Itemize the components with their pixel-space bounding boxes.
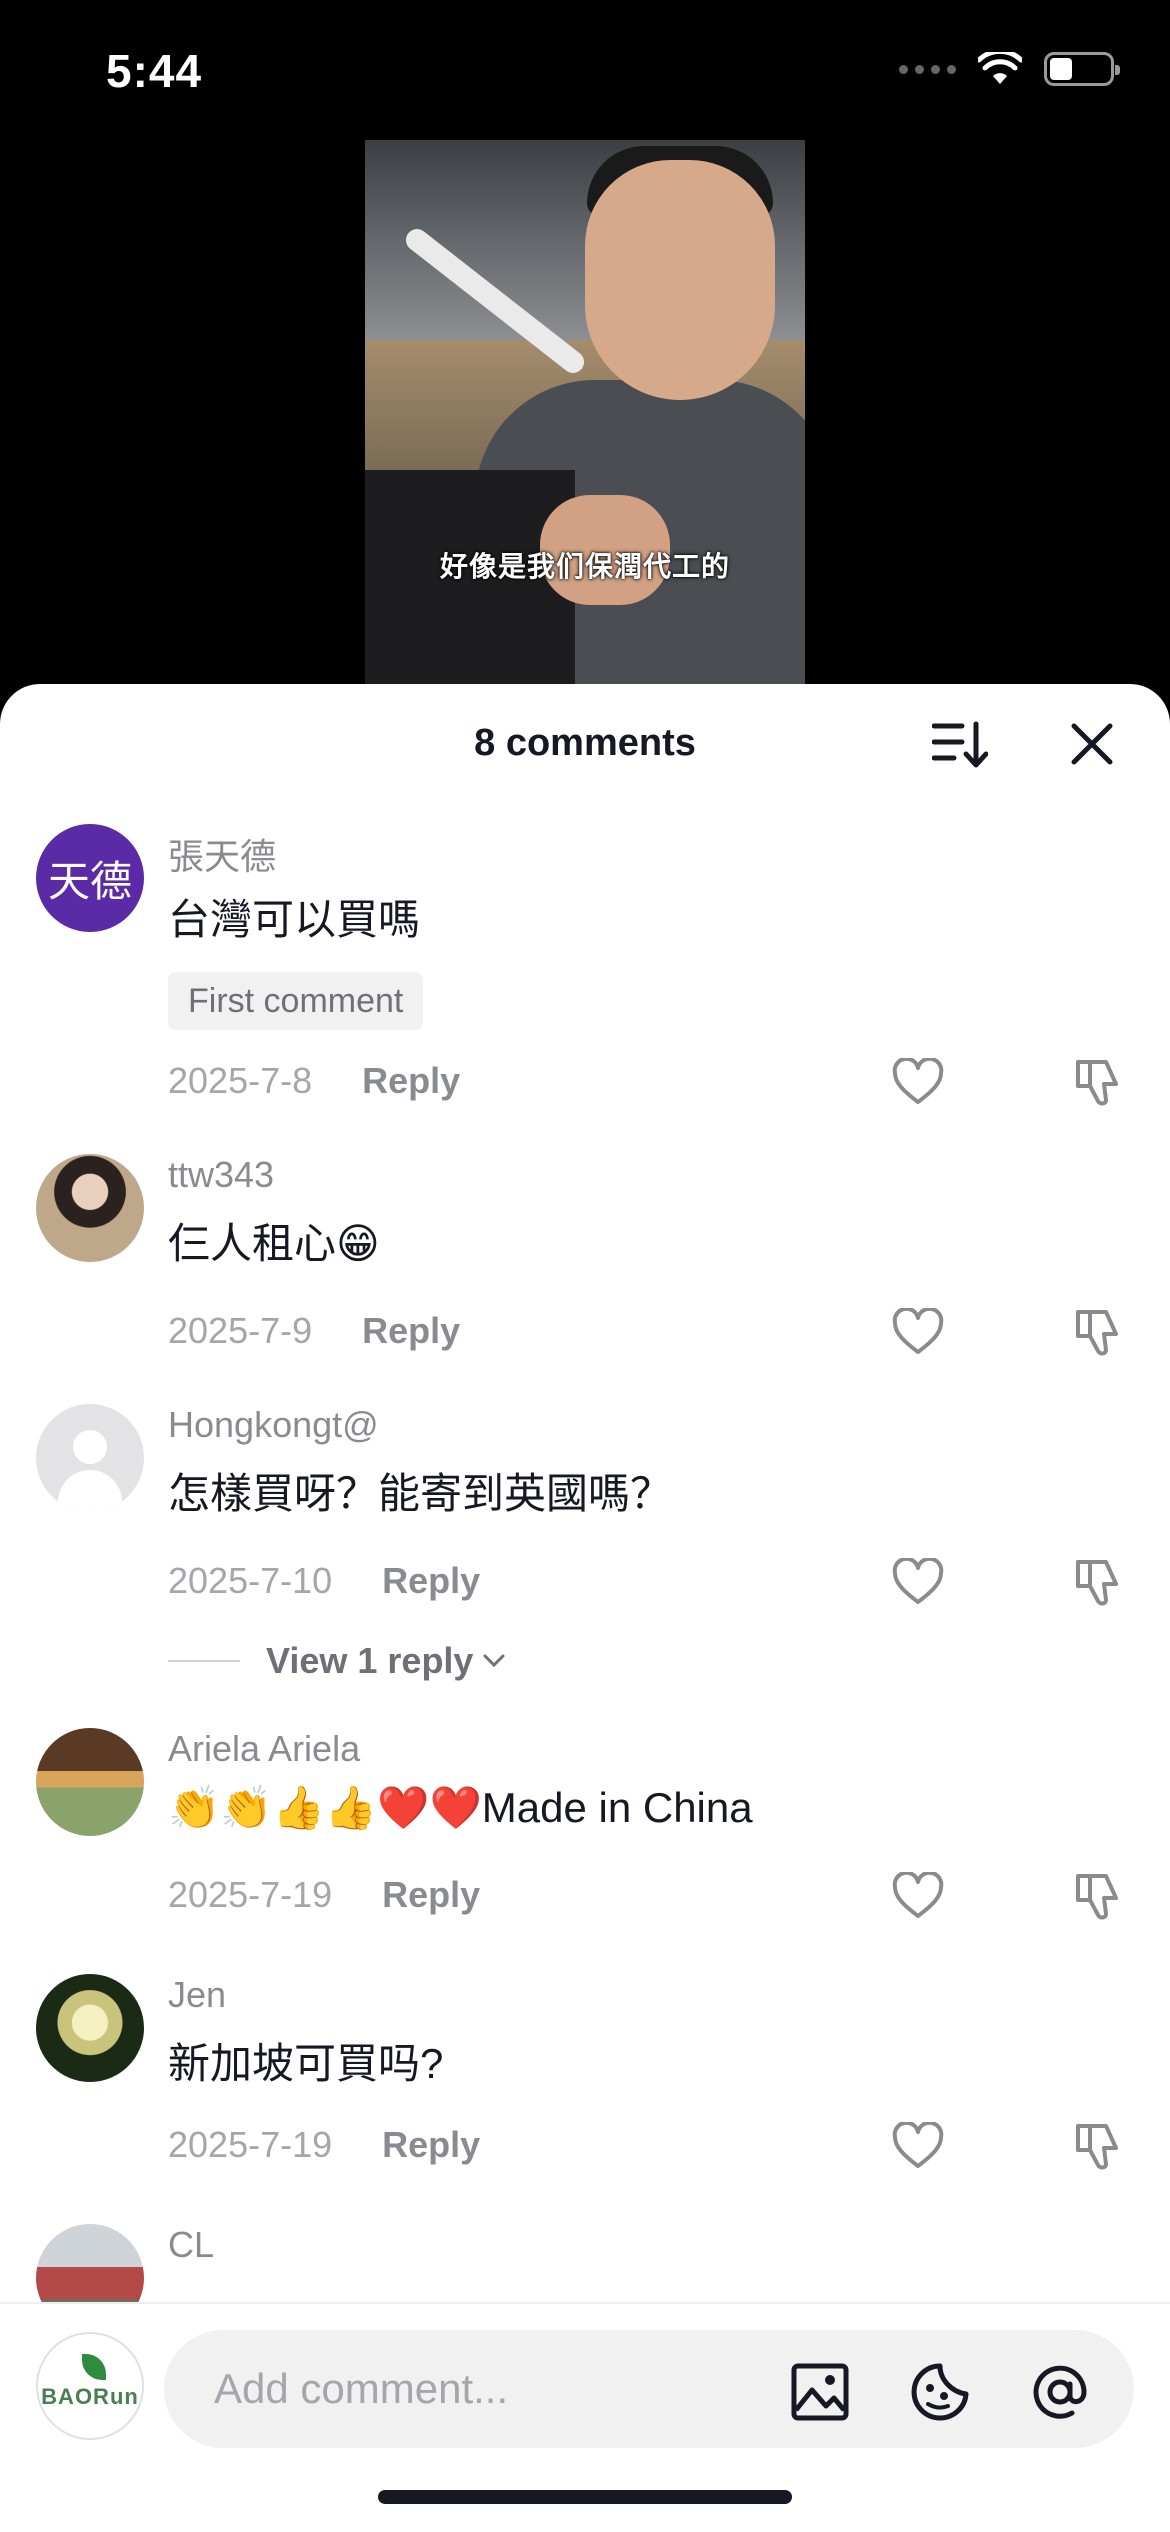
image-icon[interactable]: [790, 2362, 850, 2422]
comments-list: 天德 張天德 台灣可以買嗎 First comment 2025-7-8 Rep…: [0, 804, 1170, 2304]
thumbs-down-icon[interactable]: [1072, 1306, 1124, 1358]
view-replies-button[interactable]: View 1 reply: [168, 1640, 505, 1682]
at-icon[interactable]: [1030, 2362, 1090, 2422]
comment-item: Ariela Ariela 👏👏👍👍❤️❤️Made in China 2025…: [0, 1708, 1170, 1958]
divider-line: [168, 1660, 240, 1662]
status-bar: 5:44: [0, 0, 1170, 140]
comment-date: 2025-7-19: [168, 1874, 333, 1915]
logo-leaf: [82, 2354, 106, 2380]
comment-username[interactable]: 張天德: [168, 828, 276, 880]
wifi-icon: [978, 52, 1022, 84]
comment-text: 仨人租心😁: [168, 1220, 380, 1267]
avatar[interactable]: [36, 1154, 144, 1262]
reply-button[interactable]: Reply: [362, 1060, 460, 1102]
close-icon[interactable]: [1068, 720, 1116, 768]
sticker-icon[interactable]: [910, 2362, 970, 2422]
status-icons: [899, 52, 1120, 86]
first-comment-badge: First comment: [168, 972, 424, 1030]
comment-meta: 2025-7-19 Reply: [168, 2124, 480, 2166]
self-avatar[interactable]: BAORun: [36, 2332, 144, 2440]
heart-icon[interactable]: [892, 1058, 944, 1106]
comment-username[interactable]: ttw343: [168, 1154, 274, 1196]
comment-meta: 2025-7-8 Reply: [168, 1060, 460, 1102]
sort-icon[interactable]: [932, 720, 988, 770]
self-avatar-logo: BAORun: [41, 2384, 139, 2409]
comment-username[interactable]: Hongkongt@: [168, 1404, 379, 1446]
comment-date: 2025-7-9: [168, 1310, 313, 1351]
comment-meta: 2025-7-10 Reply: [168, 1560, 480, 1602]
comment-username[interactable]: Jen: [168, 1974, 226, 2016]
thumbs-down-icon[interactable]: [1072, 1056, 1124, 1108]
comment-date: 2025-7-8: [168, 1060, 313, 1101]
avatar[interactable]: [36, 1728, 144, 1836]
reply-button[interactable]: Reply: [382, 1560, 480, 1602]
sheet-header: 8 comments: [0, 684, 1170, 804]
heart-icon[interactable]: [892, 2122, 944, 2170]
reply-button[interactable]: Reply: [382, 2124, 480, 2166]
reply-button[interactable]: Reply: [382, 1874, 480, 1916]
thumbs-down-icon[interactable]: [1072, 2120, 1124, 2172]
comment-date: 2025-7-19: [168, 2124, 333, 2165]
comment-text: 台灣可以買嗎: [168, 896, 421, 943]
heart-icon[interactable]: [892, 1558, 944, 1606]
avatar[interactable]: 天德: [36, 824, 144, 932]
comment-item: 天德 張天德 台灣可以買嗎 First comment 2025-7-8 Rep…: [0, 804, 1170, 1124]
comment-text: 👏👏👍👍❤️❤️Made in China: [168, 1784, 753, 1831]
comment-item: ttw343 仨人租心😁 2025-7-9 Reply: [0, 1134, 1170, 1384]
avatar[interactable]: [36, 1974, 144, 2082]
comment-date: 2025-7-10: [168, 1560, 333, 1601]
heart-icon[interactable]: [892, 1308, 944, 1356]
comment-input[interactable]: [164, 2330, 1134, 2448]
video-player[interactable]: 好像是我们保潤代工的: [365, 140, 805, 685]
heart-icon[interactable]: [892, 1872, 944, 1920]
thumbs-down-icon[interactable]: [1072, 1556, 1124, 1608]
comment-username[interactable]: CL: [168, 2224, 214, 2266]
chevron-down-icon: [483, 1654, 505, 1668]
comment-item: CL: [0, 2202, 1170, 2304]
comment-meta: 2025-7-9 Reply: [168, 1310, 460, 1352]
comment-item: Jen 新加坡可買吗? 2025-7-19 Reply: [0, 1954, 1170, 2204]
comments-sheet: 8 comments 天德 張天德 台灣可以買嗎 First comment 2…: [0, 684, 1170, 2532]
comment-text: 怎樣買呀？能寄到英國嗎？: [168, 1470, 673, 1517]
comment-item: Hongkongt@ 怎樣買呀？能寄到英國嗎？ 2025-7-10 Reply …: [0, 1382, 1170, 1712]
comments-count-title: 8 comments: [474, 722, 696, 764]
status-time: 5:44: [106, 45, 203, 97]
thumbs-down-icon[interactable]: [1072, 1870, 1124, 1922]
battery-icon: [1044, 52, 1120, 86]
comment-meta: 2025-7-19 Reply: [168, 1874, 480, 1916]
avatar[interactable]: [36, 2224, 144, 2304]
signal-icon: [899, 64, 956, 74]
comment-username[interactable]: Ariela Ariela: [168, 1728, 360, 1770]
comment-text: 新加坡可買吗?: [168, 2040, 444, 2087]
reply-button[interactable]: Reply: [362, 1310, 460, 1352]
avatar[interactable]: [36, 1404, 144, 1512]
home-indicator: [378, 2490, 792, 2504]
view-replies-label: View 1 reply: [266, 1640, 474, 1681]
video-caption: 好像是我们保潤代工的: [439, 551, 730, 582]
